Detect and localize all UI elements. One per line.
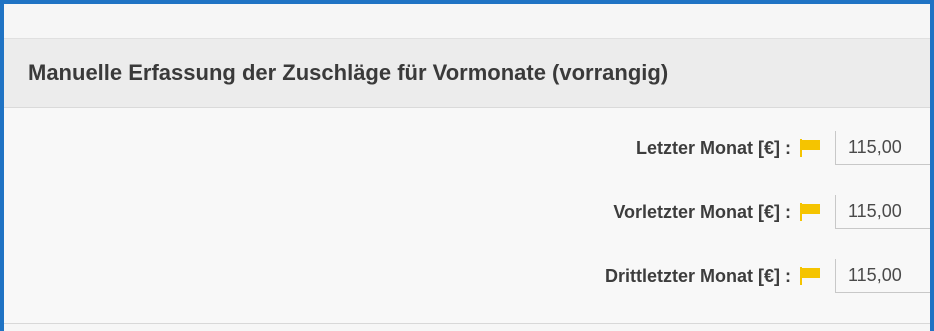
row-label: Letzter Monat [€] : bbox=[636, 137, 791, 158]
row-vorletzter-monat: Vorletzter Monat [€] : bbox=[613, 192, 930, 232]
flag-icon bbox=[799, 201, 821, 223]
section-header: Manuelle Erfassung der Zuschläge für Vor… bbox=[4, 39, 930, 108]
row-label: Drittletzter Monat [€] : bbox=[605, 265, 791, 286]
flag-icon bbox=[799, 137, 821, 159]
vorletzter-monat-input[interactable] bbox=[835, 195, 930, 229]
drittletzter-monat-input[interactable] bbox=[835, 259, 930, 293]
row-drittletzter-monat: Drittletzter Monat [€] : bbox=[605, 256, 930, 296]
row-letzter-monat: Letzter Monat [€] : bbox=[636, 128, 930, 168]
row-label: Vorletzter Monat [€] : bbox=[613, 201, 791, 222]
section-title: Manuelle Erfassung der Zuschläge für Vor… bbox=[28, 60, 669, 85]
surcharge-rows: Letzter Monat [€] : Vorletzter Monat [€]… bbox=[4, 108, 930, 324]
top-strip bbox=[4, 4, 930, 39]
bottom-divider bbox=[4, 323, 930, 324]
flag-icon bbox=[799, 265, 821, 287]
letzter-monat-input[interactable] bbox=[835, 131, 930, 165]
